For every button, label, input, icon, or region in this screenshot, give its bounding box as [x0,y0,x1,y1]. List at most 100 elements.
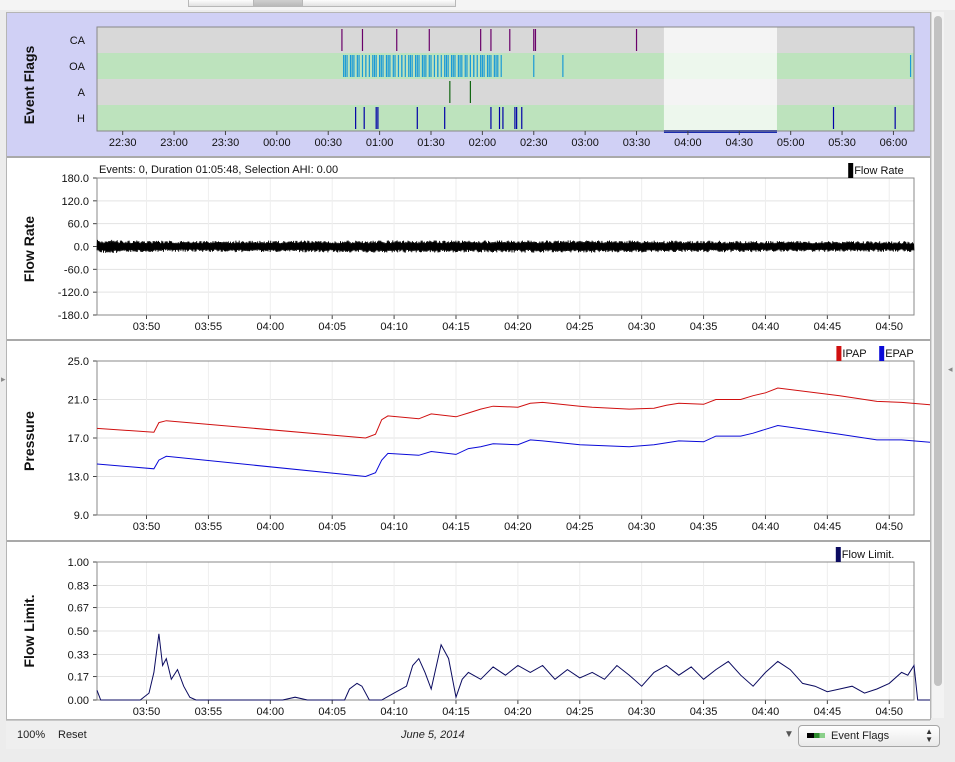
x-tick-label: 04:40 [752,706,780,718]
y-tick-label: 60.0 [68,219,89,231]
right-collapse-arrow-icon[interactable]: ◂ [948,364,953,375]
segmented-tab[interactable] [188,0,254,7]
event-flags-chart[interactable]: CA OA A H 22:30 23:00 23:30 00:00 00:30 01:00 01:3… [7,13,930,156]
y-tick-label: 180.0 [61,173,89,185]
window-top-strip [0,0,955,10]
legend-swatch [835,547,841,562]
segmented-tab[interactable] [302,0,456,7]
legend-label: IPAP [842,348,866,360]
x-tick-label: 04:10 [380,321,408,333]
x-tick-label: 04:45 [814,521,842,533]
y-tick-label: -120.0 [58,287,89,299]
chevron-updown-icon: ▲ ▼ [925,727,933,744]
x-tick-label: 04:25 [566,521,594,533]
x-tick-label: 04:10 [380,521,408,533]
x-tick-label: 01:00 [366,137,394,149]
x-tick-label: 04:05 [318,321,346,333]
reset-button[interactable]: Reset [58,729,87,741]
y-tick-label: 0.50 [68,626,89,638]
event-flags-panel[interactable]: Event Flags CA OA A H 22:30 23:00 23:30 00:00 00… [7,13,930,158]
legend-swatch [879,346,885,361]
legend-label: EPAP [885,348,914,360]
left-collapse-arrow-icon[interactable]: ▸ [1,374,6,385]
flow-rate-chart[interactable]: 180.0 120.0 60.0 0.0 -60.0 -120.0 -180.0 03:50 0… [7,158,930,339]
x-tick-label: 00:00 [263,137,291,149]
graph-area: Event Flags CA OA A H 22:30 23:00 23:30 00:00 00… [6,12,931,720]
y-tick-label: 21.0 [68,395,89,407]
event-row-label: H [77,113,85,125]
vertical-scrollbar[interactable] [931,12,944,718]
flow-rate-panel[interactable]: Flow Rate 180.0 120.0 60.0 0.0 -60.0 -120.0 -1… [7,158,930,341]
event-row-label: A [78,87,86,99]
x-tick-label: 04:00 [674,137,702,149]
x-tick-label: 04:50 [875,321,903,333]
pressure-panel[interactable]: Pressure 25.0 21.0 17.0 13.0 9.0 03:50 03:55 04… [7,341,930,542]
x-tick-label: 04:20 [504,321,532,333]
x-tick-label: 03:55 [195,521,223,533]
x-tick-label: 04:20 [504,706,532,718]
x-tick-label: 23:00 [160,137,188,149]
x-tick-label: 04:45 [814,321,842,333]
event-row-ca [97,27,914,53]
x-tick-label: 22:30 [109,137,137,149]
x-tick-label: 04:40 [752,521,780,533]
x-tick-label: 03:50 [133,706,161,718]
pressure-chart[interactable]: 25.0 21.0 17.0 13.0 9.0 03:50 03:55 04:00 04:05 0… [7,341,930,540]
x-tick-label: 04:25 [566,706,594,718]
x-tick-label: 04:05 [318,706,346,718]
x-tick-label: 03:30 [623,137,651,149]
x-tick-label: 04:00 [257,321,285,333]
x-tick-label: 03:50 [133,321,161,333]
x-tick-label: 06:00 [880,137,908,149]
y-tick-label: 0.17 [68,672,89,684]
x-tick-label: 04:45 [814,706,842,718]
y-tick-label: 0.67 [68,603,89,615]
y-tick-label: 9.0 [74,510,89,522]
y-tick-label: 13.0 [68,472,89,484]
x-tick-label: 04:50 [875,706,903,718]
x-tick-label: 03:55 [195,321,223,333]
y-tick-label: 0.00 [68,695,89,707]
x-tick-label: 04:30 [628,521,656,533]
x-tick-label: 03:50 [133,521,161,533]
event-flags-dropdown-label: Event Flags [831,730,890,742]
flow-limit-panel[interactable]: Flow Limit. 1.00 0.83 0.67 0.50 0.33 0.17 0.00… [7,542,930,719]
flow-limit-chart[interactable]: 1.00 0.83 0.67 0.50 0.33 0.17 0.00 03:50 03:55 04… [7,542,930,719]
x-tick-label: 02:00 [469,137,497,149]
y-tick-label: 17.0 [68,433,89,445]
x-tick-label: 05:00 [777,137,805,149]
x-tick-label: 04:20 [504,521,532,533]
x-tick-label: 04:40 [752,321,780,333]
event-row-label: OA [69,61,86,73]
y-tick-label: -180.0 [58,310,89,322]
x-tick-label: 04:50 [875,521,903,533]
y-tick-label: -60.0 [64,264,89,276]
x-tick-label: 04:25 [566,321,594,333]
x-tick-label: 04:35 [690,706,718,718]
event-flags-dropdown[interactable]: Event Flags ▲ ▼ [798,725,940,747]
legend-swatch [848,163,854,178]
x-tick-label: 01:30 [417,137,445,149]
scrollbar-thumb[interactable] [934,16,942,686]
zoom-level: 100% [17,729,46,741]
bottom-bar: 100% Reset June 5, 2014 ▼ Event Flags ▲ ▼ [6,720,940,749]
x-tick-label: 04:35 [690,521,718,533]
y-tick-label: 0.83 [68,580,89,592]
x-tick-label: 00:30 [314,137,342,149]
x-tick-label: 04:00 [257,521,285,533]
x-tick-label: 05:30 [828,137,856,149]
date-label: June 5, 2014 [401,729,465,741]
event-row-label: CA [70,35,86,47]
x-tick-label: 04:10 [380,706,408,718]
y-tick-label: 0.33 [68,649,89,661]
legend-label: Flow Rate [854,165,904,177]
y-tick-label: 120.0 [61,196,89,208]
funnel-icon[interactable]: ▼ [784,729,794,740]
x-tick-label: 23:30 [212,137,240,149]
segmented-tab-active[interactable] [253,0,303,7]
event-row-oa [97,53,914,79]
legend-label: Flow Limit. [842,549,895,561]
x-tick-label: 04:30 [726,137,754,149]
x-tick-label: 04:30 [628,706,656,718]
x-tick-label: 04:00 [257,706,285,718]
